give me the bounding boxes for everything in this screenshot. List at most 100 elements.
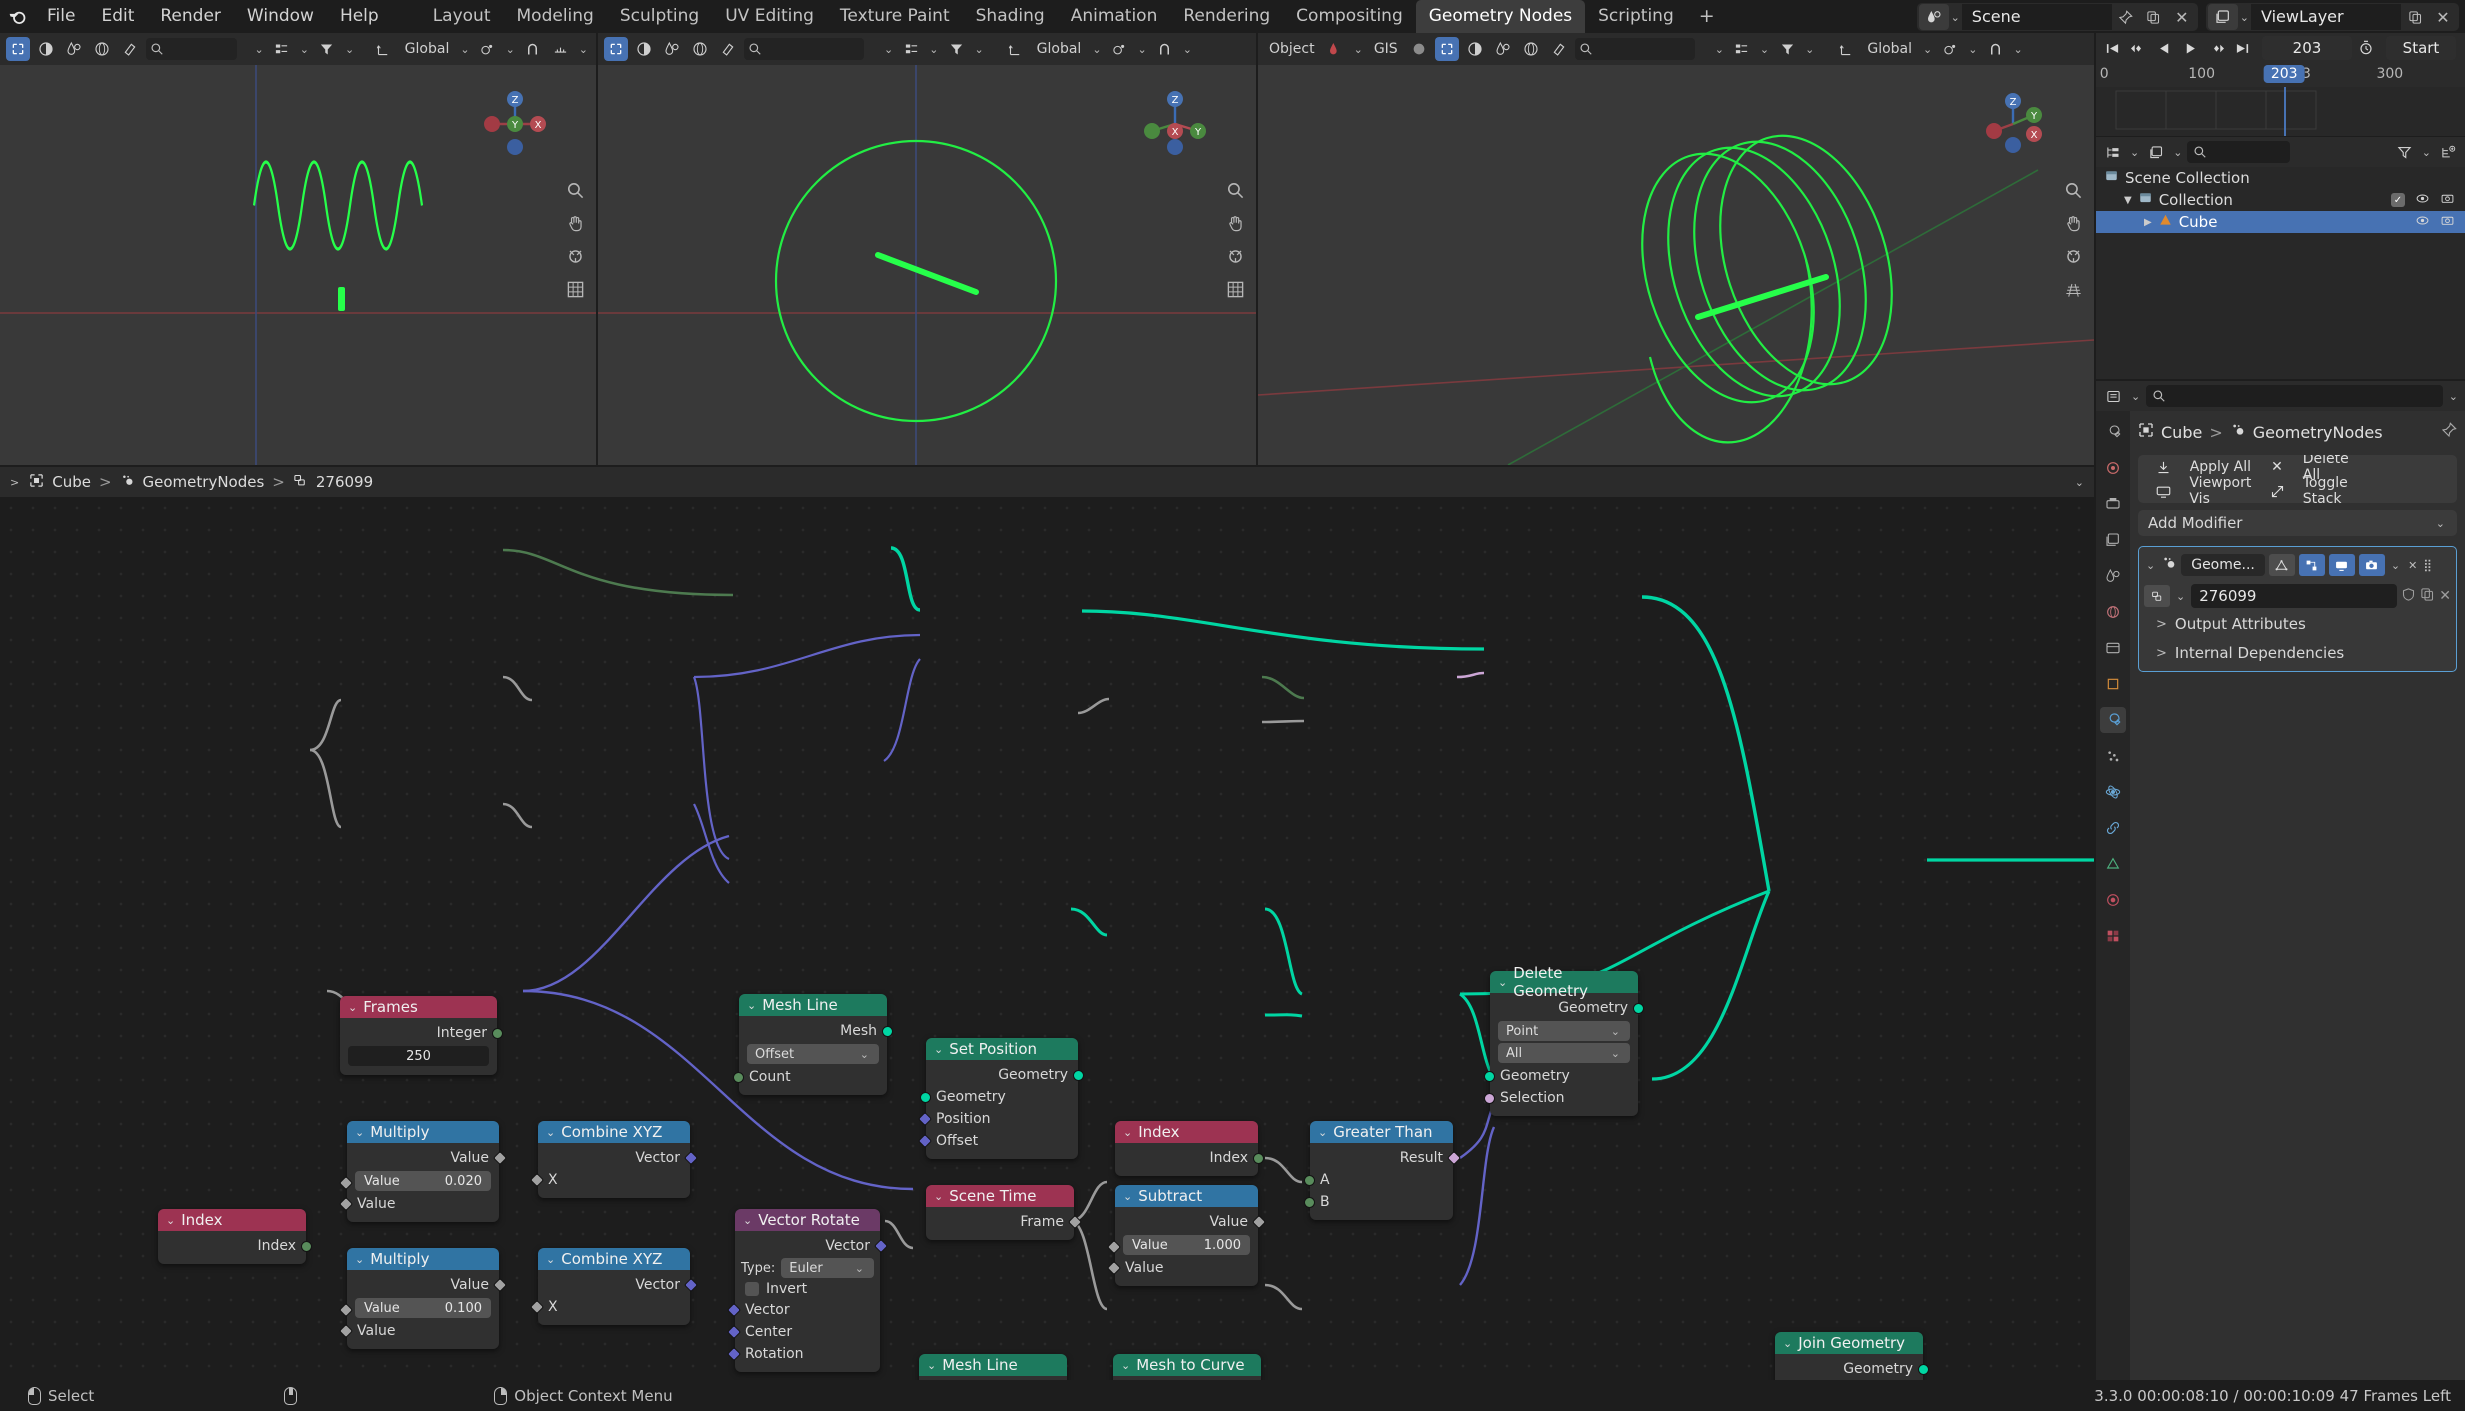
menu-render[interactable]: Render bbox=[147, 0, 234, 33]
socket-in-val[interactable] bbox=[529, 1172, 545, 1188]
blender-logo-icon[interactable] bbox=[0, 0, 34, 33]
object-mode-icon[interactable] bbox=[1463, 37, 1487, 61]
grid-ortho-icon[interactable] bbox=[1222, 276, 1248, 302]
node-input-row[interactable]: Position bbox=[917, 1108, 1078, 1130]
socket-in-val[interactable] bbox=[338, 1323, 354, 1339]
edit-mode-toggle[interactable] bbox=[2298, 554, 2325, 576]
node-output-row[interactable]: Vector bbox=[538, 1147, 699, 1169]
snap-magnet-icon[interactable] bbox=[1983, 37, 2007, 61]
viewport-2-orientation-label[interactable]: Global bbox=[1032, 41, 1087, 57]
viewport-1-filter-chevron-icon[interactable]: ⌄ bbox=[343, 43, 356, 56]
workspace-tab-geometry-nodes[interactable]: Geometry Nodes bbox=[1415, 0, 1586, 33]
node-collapse-chevron-icon[interactable]: ⌄ bbox=[1121, 1359, 1130, 1372]
modifier-extras-chevron-icon[interactable]: ⌄ bbox=[2389, 559, 2402, 572]
collection-checkbox[interactable]: ✓ bbox=[2391, 193, 2405, 207]
menu-window[interactable]: Window bbox=[234, 0, 327, 33]
filter-icon[interactable] bbox=[1775, 37, 1799, 61]
node-header-deletegeometry[interactable]: ⌄ Delete Geometry bbox=[1490, 964, 1638, 1000]
timeline-editor[interactable]: 203 Start 0 100 203 300 203 bbox=[2096, 33, 2465, 136]
node-output-row[interactable]: Frame bbox=[926, 1211, 1083, 1233]
node-value-field[interactable]: 250 bbox=[348, 1046, 489, 1066]
node-field[interactable]: Value 1.000 bbox=[1123, 1235, 1250, 1255]
socket-in-vec[interactable] bbox=[917, 1111, 933, 1127]
geometry-node-editor[interactable]: > Cube > GeometryNodes > 276099 ⌄ ⌄ Fram… bbox=[0, 467, 2094, 1380]
scene-drop-icon[interactable] bbox=[660, 37, 684, 61]
socket-in-val[interactable] bbox=[1106, 1239, 1122, 1255]
socket-in-val[interactable] bbox=[1106, 1260, 1122, 1276]
next-keyframe-button[interactable] bbox=[2204, 36, 2228, 60]
workspace-tab-sculpting[interactable]: Sculpting bbox=[607, 0, 712, 33]
node-field[interactable]: Value 0.100 bbox=[355, 1298, 491, 1318]
node-collapse-chevron-icon[interactable]: ⌄ bbox=[546, 1126, 555, 1139]
viewport-1-navigation-gizmo[interactable]: Z X Y bbox=[480, 89, 550, 159]
node-header-joingeometry[interactable]: ⌄ Join Geometry bbox=[1775, 1332, 1923, 1354]
node-output-row[interactable]: Index bbox=[158, 1235, 312, 1257]
node-field[interactable]: Value 0.020 bbox=[355, 1171, 491, 1191]
node-collapse-chevron-icon[interactable]: ⌄ bbox=[348, 1001, 357, 1014]
node-collapse-chevron-icon[interactable]: ⌄ bbox=[1783, 1337, 1792, 1350]
node-header-greaterthan[interactable]: ⌄ Greater Than bbox=[1310, 1121, 1453, 1143]
add-workspace-button[interactable]: + bbox=[1687, 0, 1727, 33]
scene-chevron-down-icon[interactable]: ⌄ bbox=[1949, 11, 1962, 24]
start-frame-field[interactable]: Start bbox=[2386, 36, 2456, 60]
delete-viewlayer-icon[interactable]: ✕ bbox=[2429, 4, 2457, 30]
camera-icon[interactable] bbox=[562, 243, 588, 269]
checkbox[interactable] bbox=[745, 1282, 759, 1296]
modifier-name-field[interactable]: Geome... bbox=[2181, 554, 2265, 576]
disclosure-triangle-icon[interactable]: ▶ bbox=[2144, 217, 2152, 228]
node-input-row[interactable]: Geometry bbox=[1484, 1065, 1638, 1087]
node-header-combinexyz2[interactable]: ⌄ Combine XYZ bbox=[538, 1248, 690, 1270]
zoom-icon[interactable] bbox=[2060, 177, 2086, 203]
new-viewlayer-icon[interactable] bbox=[2401, 4, 2429, 30]
play-reverse-button[interactable] bbox=[2152, 36, 2176, 60]
node-input-row[interactable]: Value bbox=[338, 1320, 499, 1342]
play-button[interactable] bbox=[2178, 36, 2202, 60]
properties-tab-data[interactable] bbox=[2100, 851, 2126, 877]
world-icon[interactable] bbox=[688, 37, 712, 61]
viewport-3-navigation-gizmo[interactable]: Z Y X bbox=[1978, 89, 2048, 159]
outliner-filter-icon[interactable] bbox=[2393, 140, 2417, 164]
viewlayer-name[interactable]: ViewLayer bbox=[2251, 4, 2401, 30]
workspace-tab-compositing[interactable]: Compositing bbox=[1283, 0, 1416, 33]
node-multiply2[interactable]: ⌄ Multiply Value Value 0.100 Value bbox=[338, 1248, 508, 1349]
node-dropdown[interactable]: All ⌄ bbox=[1498, 1043, 1630, 1063]
node-input-row[interactable]: Count bbox=[733, 1066, 887, 1088]
socket-in-intg[interactable] bbox=[1304, 1196, 1315, 1208]
node-index2[interactable]: ⌄ Index Index bbox=[1115, 1121, 1264, 1176]
node-input-row[interactable]: Value bbox=[1106, 1257, 1258, 1279]
object-mode-icon[interactable] bbox=[632, 37, 656, 61]
outliner-display-chevron-icon[interactable]: ⌄ bbox=[2171, 146, 2184, 159]
viewport-3-orientation-chevron-icon[interactable]: ⌄ bbox=[1921, 43, 1934, 56]
node-subtract1[interactable]: ⌄ Subtract Value Value 1.000 Value bbox=[1106, 1185, 1267, 1286]
timeline-ruler[interactable]: 0100203300203 bbox=[2096, 63, 2465, 87]
breadcrumb-object-label[interactable]: Cube bbox=[2161, 423, 2202, 442]
node-index1[interactable]: ⌄ Index Index bbox=[158, 1209, 312, 1264]
viewport-2-snap-chevron-icon[interactable]: ⌄ bbox=[1181, 43, 1194, 56]
socket-in-val[interactable] bbox=[529, 1299, 545, 1315]
node-output-row[interactable]: Index bbox=[1115, 1147, 1264, 1169]
viewport-3-pivot-chevron-icon[interactable]: ⌄ bbox=[1966, 43, 1979, 56]
menu-help[interactable]: Help bbox=[327, 0, 392, 33]
new-collection-icon[interactable] bbox=[2436, 140, 2460, 164]
camera-render-icon[interactable] bbox=[2440, 213, 2455, 231]
viewport-top[interactable]: ⌄ ⌄ ⌄ Global ⌄ ⌄ ⌄ Z Y X bbox=[598, 33, 1256, 465]
node-header-setposition[interactable]: ⌄ Set Position bbox=[926, 1038, 1078, 1060]
node-header-multiply2[interactable]: ⌄ Multiply bbox=[347, 1248, 499, 1270]
properties-tab-modifier[interactable] bbox=[2100, 707, 2126, 733]
node-meshline1[interactable]: ⌄ Mesh Line Mesh Offset ⌄ Count bbox=[733, 994, 893, 1095]
zoom-icon[interactable] bbox=[562, 177, 588, 203]
socket-in-vec[interactable] bbox=[726, 1324, 742, 1340]
socket-in-intg[interactable] bbox=[733, 1071, 744, 1083]
viewport-3-snap-chevron-icon[interactable]: ⌄ bbox=[2011, 43, 2024, 56]
delete-scene-icon[interactable]: ✕ bbox=[2168, 4, 2196, 30]
properties-type-chevron-icon[interactable]: ⌄ bbox=[2129, 390, 2142, 403]
viewport-perspective[interactable]: Object ⌄ GIS ⌄ ⌄ ⌄ Global ⌄ ⌄ ⌄ Z Y X bbox=[1258, 33, 2094, 465]
properties-tab-scene[interactable] bbox=[2100, 563, 2126, 589]
outliner-row-collection[interactable]: ▼ Collection ✓ bbox=[2096, 189, 2465, 211]
viewport-1-select-chevron-icon[interactable]: ⌄ bbox=[298, 43, 311, 56]
viewport-1-search-input[interactable] bbox=[146, 38, 238, 60]
pivot-icon[interactable] bbox=[1938, 37, 1962, 61]
node-meshtocurve[interactable]: ⌄Mesh to CurveCurveMesh bbox=[1113, 1354, 1261, 1380]
socket-in-vec[interactable] bbox=[726, 1302, 742, 1318]
viewport-2-canvas[interactable]: Z Y X bbox=[598, 65, 1256, 465]
